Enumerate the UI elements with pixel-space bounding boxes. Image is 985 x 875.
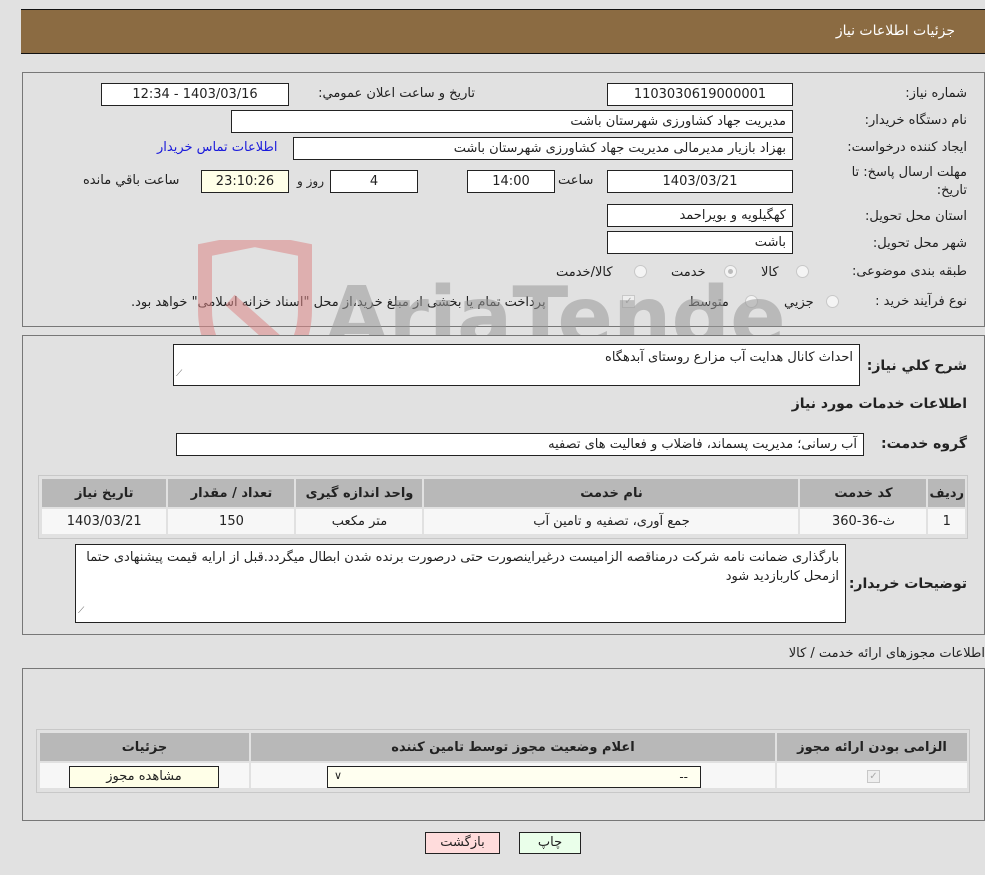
category-radio-goods[interactable] <box>796 265 809 278</box>
category-radio-goods-service[interactable] <box>634 265 647 278</box>
table-row: 1 ث-36-360 جمع آوری، تصفیه و تامین آب مت… <box>39 507 967 536</box>
treasury-note: پرداخت تمام یا بخشی از مبلغ خرید،از محل … <box>131 295 546 310</box>
category-radio-service[interactable] <box>724 265 737 278</box>
permit-status-select[interactable]: ∨ -- <box>327 766 701 788</box>
category-option-goods-service: کالا/خدمت <box>556 265 613 280</box>
category-option-goods: کالا <box>761 265 779 280</box>
services-section-title: اطلاعات خدمات مورد نیاز <box>791 396 967 412</box>
permits-table-header: الزامی بودن ارائه مجوز اعلام وضعیت مجوز … <box>38 731 969 763</box>
buyer-notes-text: بارگذاری ضمانت نامه شرکت درمناقصه الزامی… <box>86 550 839 584</box>
province-label: استان محل تحویل: <box>865 209 967 224</box>
services-table: ردیف کد خدمت نام خدمت واحد اندازه گیری ت… <box>39 477 967 536</box>
col-quantity: تعداد / مقدار <box>166 477 297 509</box>
process-label: نوع فرآیند خرید : <box>875 294 967 309</box>
deadline-time-field: 14:00 <box>467 170 555 193</box>
print-button[interactable]: چاپ <box>519 832 581 854</box>
process-option-medium: متوسط <box>688 295 729 310</box>
process-option-minor: جزيي <box>784 295 814 310</box>
process-radio-minor[interactable] <box>826 295 839 308</box>
cell-permit-details: مشاهده مجوز <box>38 761 251 790</box>
col-service-name: نام خدمت <box>422 477 801 509</box>
col-permit-details: جزئیات <box>38 731 251 763</box>
process-radio-medium[interactable] <box>745 295 758 308</box>
cell-unit: متر مکعب <box>294 507 425 536</box>
chevron-down-icon: ∨ <box>334 769 343 782</box>
days-remaining-field: 4 <box>330 170 418 193</box>
creator-field: بهزاد بازیار مدیرمالی مدیریت جهاد کشاورز… <box>293 137 793 160</box>
cell-quantity: 150 <box>166 507 297 536</box>
buyer-notes-textarea[interactable]: بارگذاری ضمانت نامه شرکت درمناقصه الزامی… <box>75 544 846 623</box>
buyer-org-label: نام دستگاه خریدار: <box>864 113 967 128</box>
services-table-header: ردیف کد خدمت نام خدمت واحد اندازه گیری ت… <box>39 477 967 509</box>
permits-table: الزامی بودن ارائه مجوز اعلام وضعیت مجوز … <box>38 731 969 790</box>
table-row: ✓ ∨ -- مشاهده مجوز <box>38 761 969 790</box>
resize-grip-icon[interactable]: ⟋ <box>78 602 84 621</box>
page-title: جزئیات اطلاعات نیاز <box>835 23 955 39</box>
col-permit-status: اعلام وضعیت مجوز توسط تامین کننده <box>249 731 777 763</box>
cell-permit-required: ✓ <box>775 761 969 790</box>
permit-required-checkbox[interactable]: ✓ <box>867 770 880 783</box>
treasury-checkbox[interactable]: ✓ <box>622 295 635 308</box>
deadline-label: مهلت ارسال پاسخ: تا <box>851 165 967 180</box>
buyer-notes-label: توضیحات خریدار: <box>848 576 967 592</box>
col-row-number: ردیف <box>926 477 967 509</box>
description-label: شرح کلي نیاز: <box>866 358 967 374</box>
cell-service-code: ث-36-360 <box>798 507 929 536</box>
category-label: طبقه بندی موضوعی: <box>851 264 967 279</box>
permits-section-title: اطلاعات مجوزهای ارائه خدمت / کالا <box>788 646 985 661</box>
service-group-field: آب رسانی؛ مدیریت پسماند، فاضلاب و فعالیت… <box>176 433 864 456</box>
buyer-contact-link[interactable]: اطلاعات تماس خریدار <box>157 140 277 155</box>
announce-datetime-field: 1403/03/16 - 12:34 <box>101 83 289 106</box>
col-service-code: کد خدمت <box>798 477 929 509</box>
resize-grip-icon[interactable]: ⟋ <box>176 365 182 384</box>
col-permit-required: الزامی بودن ارائه مجوز <box>775 731 969 763</box>
view-permit-button[interactable]: مشاهده مجوز <box>69 766 219 788</box>
deadline-time-label: ساعت <box>558 173 594 188</box>
deadline-date-field: 1403/03/21 <box>607 170 793 193</box>
cell-need-date: 1403/03/21 <box>39 507 169 536</box>
cell-permit-status: ∨ -- <box>249 761 777 790</box>
need-number-label: شماره نیاز: <box>905 86 967 101</box>
need-number-field: 1103030619000001 <box>607 83 793 106</box>
remaining-time-field: 23:10:26 <box>201 170 289 193</box>
permit-status-value: -- <box>679 770 688 784</box>
creator-label: ایجاد کننده درخواست: <box>847 140 967 155</box>
description-text: احداث کانال هدایت آب مزارع روستای آبدهگا… <box>605 350 853 365</box>
city-field: باشت <box>607 231 793 254</box>
deadline-label-2: تاریخ: <box>936 183 967 198</box>
buyer-org-field: مدیریت جهاد کشاورزی شهرستان باشت <box>231 110 793 133</box>
province-field: کهگیلویه و بویراحمد <box>607 204 793 227</box>
cell-row-number: 1 <box>926 507 967 536</box>
remaining-label: ساعت باقي مانده <box>83 173 180 188</box>
col-unit: واحد اندازه گیری <box>294 477 425 509</box>
service-group-label: گروه خدمت: <box>881 436 967 452</box>
category-option-service: خدمت <box>671 265 706 280</box>
cell-service-name: جمع آوری، تصفیه و تامین آب <box>422 507 801 536</box>
col-need-date: تاریخ نیاز <box>39 477 169 509</box>
description-textarea[interactable]: احداث کانال هدایت آب مزارع روستای آبدهگا… <box>173 344 860 386</box>
days-label: روز و <box>297 174 324 188</box>
announce-label: تاریخ و ساعت اعلان عمومي: <box>318 86 475 101</box>
city-label: شهر محل تحویل: <box>872 236 967 251</box>
back-button[interactable]: بازگشت <box>425 832 500 854</box>
page-header: جزئیات اطلاعات نیاز <box>21 9 985 54</box>
